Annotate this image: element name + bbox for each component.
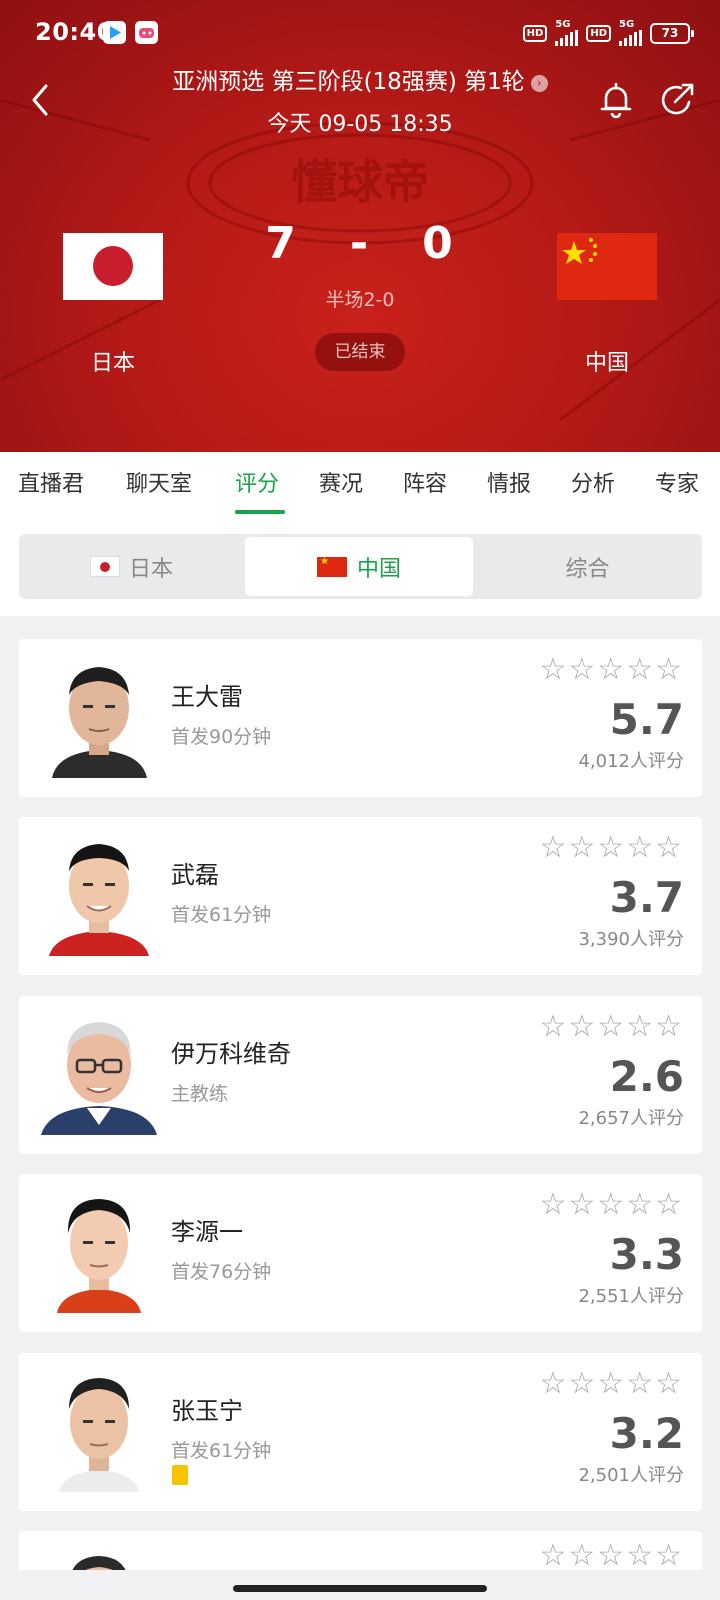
japan-flag-icon xyxy=(90,557,119,576)
player-rating-card[interactable]: 伊万科维奇 主教练 ☆☆☆☆☆ 2.6 2,657人评分 xyxy=(19,996,702,1154)
away-team-name[interactable]: 中国 xyxy=(537,345,677,377)
share-icon[interactable] xyxy=(659,80,699,120)
match-title-text: 亚洲预选 第三阶段(18强赛) 第1轮 xyxy=(172,69,525,95)
tab-ratings[interactable]: 评分 xyxy=(235,466,279,498)
player-rating: 3.7 xyxy=(609,873,684,922)
player-name: 张玉宁 xyxy=(171,1397,243,1425)
player-minutes: 首发76分钟 xyxy=(171,1261,272,1283)
tab-lineup[interactable]: 阵容 xyxy=(403,466,447,498)
battery-icon: 73 xyxy=(650,22,694,44)
away-score: 0 xyxy=(422,218,455,269)
player-role: 主教练 xyxy=(171,1083,229,1105)
rating-count: 4,012人评分 xyxy=(578,751,684,772)
segment-japan-label: 日本 xyxy=(128,556,173,582)
segment-china-label: 中国 xyxy=(356,556,401,582)
player-rating: 2.6 xyxy=(609,1052,684,1101)
segment-japan[interactable]: 日本 xyxy=(22,537,242,596)
team-filter-bar: 日本 中国 综合 xyxy=(0,514,720,616)
tab-experts[interactable]: 专家 xyxy=(655,466,699,498)
network-label: 5G xyxy=(555,19,571,30)
star-outline-icon[interactable]: ☆☆☆☆☆ xyxy=(540,1190,684,1220)
tab-analysis[interactable]: 分析 xyxy=(571,466,615,498)
team-segmented-control: 日本 中国 综合 xyxy=(19,534,702,599)
rating-count: 2,657人评分 xyxy=(578,1108,684,1129)
scoreline: 7 - 0 xyxy=(0,218,720,269)
star-outline-icon[interactable]: ☆☆☆☆☆ xyxy=(540,1369,684,1399)
player-rating-card[interactable]: 李源一 首发76分钟 ☆☆☆☆☆ 3.3 2,551人评分 xyxy=(19,1174,702,1332)
yellow-card-icon xyxy=(172,1465,188,1485)
segment-overall[interactable]: 综合 xyxy=(476,537,699,596)
signal-icon: 5G xyxy=(555,19,579,46)
hd-badge-2: HD xyxy=(586,24,611,42)
rating-count: 2,501人评分 xyxy=(578,1465,684,1486)
player-minutes: 首发61分钟 xyxy=(171,1440,272,1462)
star-outline-icon[interactable]: ☆☆☆☆☆ xyxy=(540,1012,684,1042)
match-header: 懂球帝 20:40 HD 5G HD 5G 73 亚洲预选 第三阶段(18强赛)… xyxy=(0,0,720,452)
china-flag-icon xyxy=(316,556,347,577)
network-label-2: 5G xyxy=(619,19,635,30)
segment-overall-label: 综合 xyxy=(565,556,610,582)
segment-china[interactable]: 中国 xyxy=(245,537,473,596)
bell-icon[interactable] xyxy=(598,80,634,120)
hd-badge: HD xyxy=(522,24,548,42)
tab-intel[interactable]: 情报 xyxy=(487,466,531,498)
system-indicators: HD 5G HD 5G 73 xyxy=(522,19,694,46)
player-minutes: 首发90分钟 xyxy=(171,726,272,748)
player-avatar xyxy=(57,1199,141,1313)
player-minutes: 首发61分钟 xyxy=(171,904,272,926)
signal-icon-2: 5G xyxy=(619,20,642,46)
status-bar: 20:40 HD 5G HD 5G 73 xyxy=(0,0,720,64)
player-name: 伊万科维奇 xyxy=(171,1040,291,1068)
tab-match-events[interactable]: 赛况 xyxy=(319,466,363,498)
star-outline-icon[interactable]: ☆☆☆☆☆ xyxy=(540,833,684,863)
match-status-badge: 已结束 xyxy=(315,333,405,371)
home-indicator[interactable] xyxy=(233,1585,487,1592)
game-app-icon xyxy=(135,21,158,44)
star-outline-icon[interactable]: ☆☆☆☆☆ xyxy=(540,1541,684,1571)
tab-bar: 直播君 聊天室 评分 赛况 阵容 情报 分析 专家 xyxy=(0,452,720,514)
player-name: 李源一 xyxy=(171,1218,243,1246)
score-separator: - xyxy=(349,218,371,269)
player-rating-card[interactable]: 张玉宁 首发61分钟 ☆☆☆☆☆ 3.2 2,501人评分 xyxy=(19,1353,702,1511)
chevron-right-icon: › xyxy=(530,75,548,92)
halftime-score: 半场2-0 xyxy=(325,289,395,311)
tab-chat[interactable]: 聊天室 xyxy=(126,466,192,498)
player-avatar xyxy=(52,667,147,778)
player-name: 武磊 xyxy=(171,861,219,889)
player-rating: 3.3 xyxy=(609,1230,684,1279)
battery-level: 73 xyxy=(661,26,679,40)
star-outline-icon[interactable]: ☆☆☆☆☆ xyxy=(540,655,684,685)
rating-count: 3,390人评分 xyxy=(578,929,684,950)
home-score: 7 xyxy=(265,218,298,269)
watermark-text: 懂球帝 xyxy=(291,155,429,209)
home-team-name[interactable]: 日本 xyxy=(43,345,183,377)
player-avatar xyxy=(59,1378,139,1492)
tab-live[interactable]: 直播君 xyxy=(18,466,84,498)
coach-avatar xyxy=(41,1022,157,1135)
player-rating-card[interactable]: 王大雷 首发90分钟 ☆☆☆☆☆ 5.7 4,012人评分 xyxy=(19,639,702,797)
player-name: 王大雷 xyxy=(171,683,243,711)
play-app-icon xyxy=(103,21,126,44)
player-rating-card[interactable]: 武磊 首发61分钟 ☆☆☆☆☆ 3.7 3,390人评分 xyxy=(19,817,702,975)
player-rating: 5.7 xyxy=(609,695,684,744)
rating-count: 2,551人评分 xyxy=(578,1286,684,1307)
player-rating: 3.2 xyxy=(609,1409,684,1458)
player-avatar xyxy=(49,844,149,956)
